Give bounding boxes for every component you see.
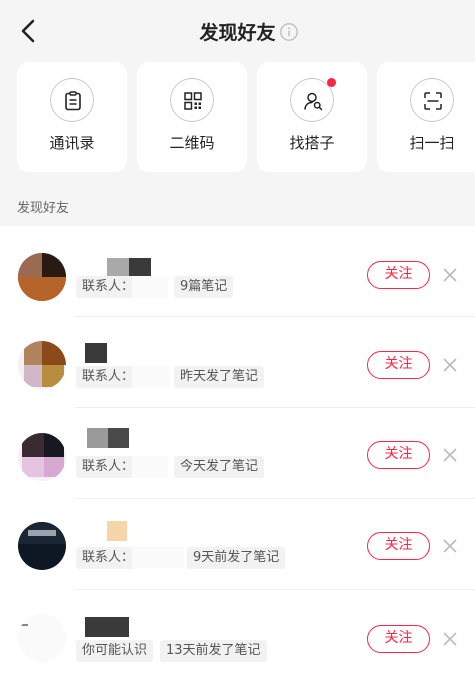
source-tag: 联系人： bbox=[76, 366, 141, 388]
section-title: 发现好友 bbox=[17, 201, 70, 216]
clipboard-icon bbox=[65, 91, 81, 111]
close-icon bbox=[443, 539, 457, 553]
activity-tag: 9天前发了笔记 bbox=[187, 547, 286, 569]
entry-cards: 通讯录 二维码 找搭子 扫一扫 bbox=[0, 62, 475, 174]
follow-button[interactable]: 关注 bbox=[367, 625, 430, 653]
blurred-contact-name bbox=[132, 366, 170, 388]
card-label: 二维码 bbox=[169, 134, 215, 152]
qr-code-icon bbox=[184, 92, 202, 110]
find-partner-icon bbox=[304, 92, 323, 111]
card-find-partner[interactable]: 找搭子 bbox=[257, 62, 367, 172]
blurred-name bbox=[85, 617, 129, 637]
card-scan[interactable]: 扫一扫 bbox=[377, 62, 475, 172]
avatar[interactable] bbox=[18, 253, 66, 301]
dismiss-button[interactable] bbox=[440, 445, 460, 465]
dismiss-button[interactable] bbox=[440, 629, 460, 649]
close-icon bbox=[443, 358, 457, 372]
blurred-name bbox=[87, 428, 129, 448]
blurred-contact-name bbox=[132, 276, 168, 298]
list-item[interactable]: 你可能认识 13天前发了笔记 关注 bbox=[0, 590, 475, 681]
activity-tag: 今天发了笔记 bbox=[174, 456, 265, 478]
source-tag: 联系人： bbox=[76, 547, 141, 569]
card-label: 扫一扫 bbox=[409, 134, 455, 152]
avatar[interactable] bbox=[18, 522, 66, 570]
follow-button[interactable]: 关注 bbox=[367, 351, 430, 379]
blurred-contact-name bbox=[132, 456, 168, 478]
scan-circle bbox=[410, 78, 454, 122]
qr-circle bbox=[170, 78, 214, 122]
avatar[interactable] bbox=[18, 341, 66, 389]
dismiss-button[interactable] bbox=[440, 536, 460, 556]
card-contacts[interactable]: 通讯录 bbox=[17, 62, 127, 172]
blurred-name bbox=[85, 343, 107, 363]
page-title: 发现好友 bbox=[199, 22, 276, 44]
source-tag: 你可能认识 bbox=[76, 640, 154, 662]
source-tag: 联系人： bbox=[76, 276, 141, 298]
activity-tag: 9篇笔记 bbox=[174, 276, 234, 298]
list-item[interactable]: 联系人： 昨天发了笔记 关注 bbox=[0, 317, 475, 408]
contacts-circle bbox=[50, 78, 94, 122]
close-icon bbox=[443, 448, 457, 462]
follow-button[interactable]: 关注 bbox=[367, 261, 430, 289]
top-bar: 发现好友 bbox=[0, 0, 475, 62]
follow-button[interactable]: 关注 bbox=[367, 441, 430, 469]
activity-tag: 13天前发了笔记 bbox=[160, 640, 267, 662]
dismiss-button[interactable] bbox=[440, 355, 460, 375]
close-icon bbox=[443, 632, 457, 646]
dismiss-button[interactable] bbox=[440, 265, 460, 285]
follow-button[interactable]: 关注 bbox=[367, 532, 430, 560]
source-tag: 联系人： bbox=[76, 456, 141, 478]
close-icon bbox=[443, 268, 457, 282]
blurred-name bbox=[107, 258, 152, 278]
friend-list: 联系人： 9篇笔记 关注 联系人： 昨天发了笔记 关注 联系人： 今天发了笔记 … bbox=[0, 226, 475, 684]
list-item[interactable]: 联系人： 9天前发了笔记 关注 bbox=[0, 499, 475, 590]
avatar[interactable] bbox=[18, 433, 66, 481]
blurred-contact-name bbox=[132, 547, 184, 569]
find-partner-circle bbox=[290, 78, 336, 122]
list-item[interactable]: 联系人： 9篇笔记 关注 bbox=[0, 226, 475, 317]
blurred-name bbox=[107, 521, 127, 541]
card-qr-code[interactable]: 二维码 bbox=[137, 62, 247, 172]
scan-icon bbox=[424, 92, 442, 110]
card-label: 找搭子 bbox=[289, 134, 335, 152]
card-label: 通讯录 bbox=[49, 134, 95, 152]
info-icon[interactable] bbox=[279, 22, 299, 42]
notification-dot bbox=[327, 78, 336, 87]
activity-tag: 昨天发了笔记 bbox=[174, 366, 265, 388]
avatar[interactable] bbox=[18, 614, 66, 662]
list-item[interactable]: 联系人： 今天发了笔记 关注 bbox=[0, 408, 475, 499]
